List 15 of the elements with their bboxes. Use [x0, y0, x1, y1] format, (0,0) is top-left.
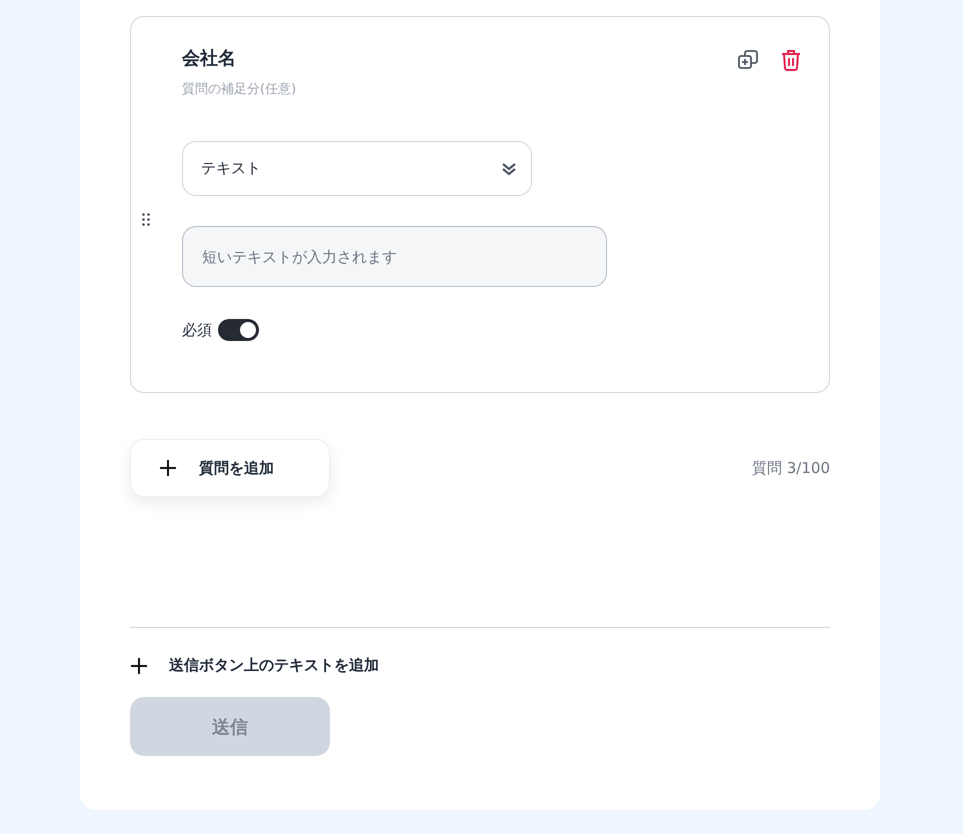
trash-button[interactable] — [781, 49, 801, 71]
duplicate-button[interactable] — [737, 49, 759, 71]
answer-field[interactable]: 短いテキストが入力されます — [182, 226, 607, 287]
chevron-down-icon — [501, 162, 517, 176]
add-submit-text-button[interactable]: 送信ボタン上のテキストを追加 — [130, 656, 379, 675]
required-label: 必須 — [182, 320, 212, 340]
answer-type-dropdown[interactable]: テキスト — [182, 141, 532, 196]
required-toggle[interactable] — [218, 319, 259, 341]
question-title-field[interactable]: 会社名 — [182, 47, 482, 68]
plus-icon — [130, 656, 148, 674]
add-question-button[interactable]: 質問を追加 — [130, 439, 330, 497]
drag-handle-icon[interactable] — [142, 213, 150, 226]
plus-icon — [159, 459, 177, 477]
description-field[interactable]: 質問の補足分(任意) — [182, 82, 482, 97]
question-count: 質問 3/100 — [752, 458, 830, 478]
